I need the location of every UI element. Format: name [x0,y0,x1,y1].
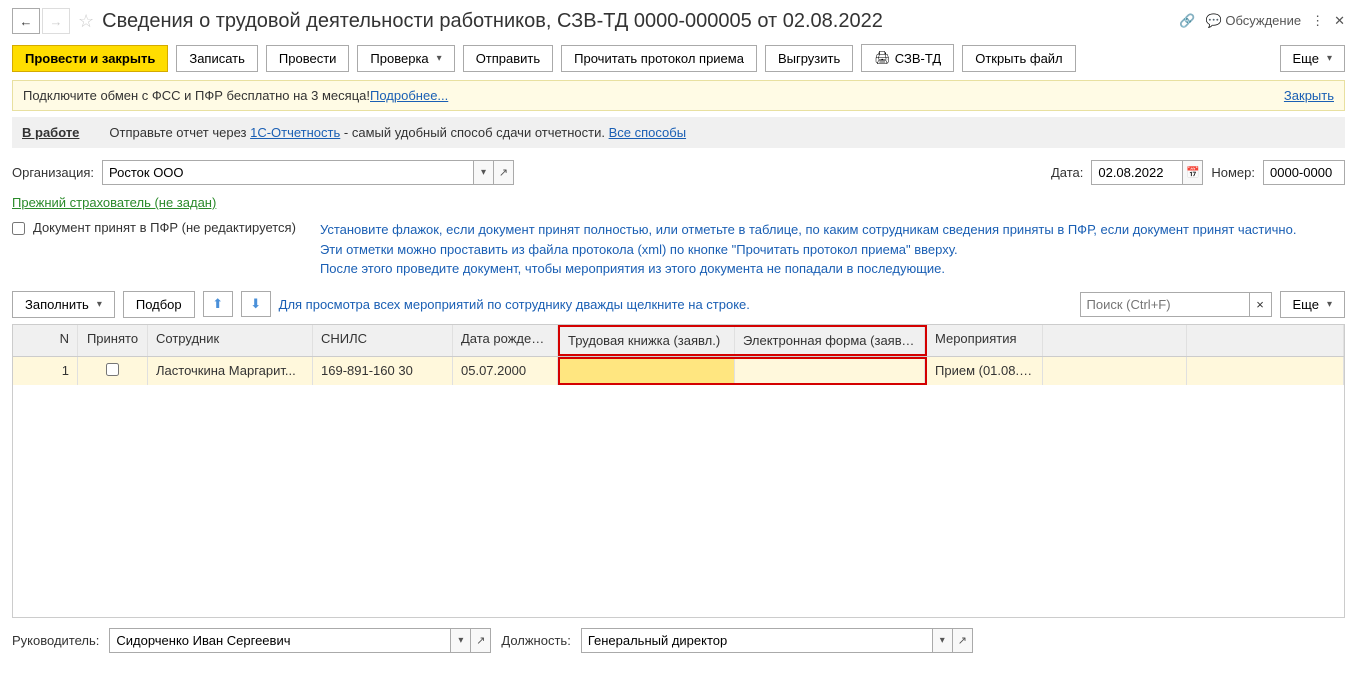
position-label: Должность: [501,633,570,648]
leader-label: Руководитель: [12,633,99,648]
cell-workbook[interactable] [560,359,735,383]
org-open-button[interactable] [493,161,513,184]
cell-birthdate: 05.07.2000 [453,357,558,385]
status-label[interactable]: В работе [22,125,79,140]
col-events[interactable]: Мероприятия [927,325,1043,356]
org-label: Организация: [12,165,94,180]
1c-report-link[interactable]: 1С-Отчетность [250,125,340,140]
read-protocol-button[interactable]: Прочитать протокол приема [561,45,757,72]
move-up-button[interactable]: ⬆ [203,291,233,317]
accepted-hint: Установите флажок, если документ принят … [320,220,1297,279]
accepted-checkbox[interactable] [12,222,25,235]
highlighted-columns: Трудовая книжка (заявл.) Электронная фор… [558,325,927,356]
date-input[interactable] [1092,161,1182,184]
table-row[interactable]: 1 Ласточкина Маргарит... 169-891-160 30 … [13,357,1344,385]
cell-eform[interactable] [735,359,925,383]
col-extra1[interactable] [1043,325,1187,356]
print-icon [874,50,891,66]
promo-link[interactable]: Подробнее... [370,88,448,103]
org-input[interactable] [103,161,473,184]
cell-extra2 [1187,357,1344,385]
search-clear-button[interactable]: × [1250,292,1272,317]
cell-snils: 169-891-160 30 [313,357,453,385]
upload-button[interactable]: Выгрузить [765,45,853,72]
status-text: Отправьте отчет через 1С-Отчетность - са… [109,125,686,140]
leader-open-button[interactable] [470,629,490,652]
cell-extra1 [1043,357,1187,385]
position-dropdown-button[interactable]: ▾ [932,629,952,652]
col-accepted[interactable]: Принято [78,325,148,356]
more-button[interactable]: Еще [1280,45,1345,72]
cell-employee: Ласточкина Маргарит... [148,357,313,385]
promo-text: Подключите обмен с ФСС и ПФР бесплатно н… [23,88,370,103]
employees-table: N Принято Сотрудник СНИЛС Дата рождения … [12,324,1345,618]
calendar-icon[interactable] [1182,161,1202,184]
leader-input[interactable] [110,629,450,652]
post-button[interactable]: Провести [266,45,350,72]
date-label: Дата: [1051,165,1083,180]
page-title: Сведения о трудовой деятельности работни… [102,10,1171,33]
row-accepted-checkbox[interactable] [106,363,119,376]
leader-dropdown-button[interactable]: ▾ [450,629,470,652]
post-and-close-button[interactable]: Провести и закрыть [12,45,168,72]
position-input[interactable] [582,629,932,652]
prev-insurer-link[interactable]: Прежний страхователь (не задан) [12,195,216,210]
move-down-button[interactable]: ⬇ [241,291,271,317]
favorite-icon[interactable]: ☆ [78,11,94,32]
col-workbook[interactable]: Трудовая книжка (заявл.) [560,327,735,354]
col-snils[interactable]: СНИЛС [313,325,453,356]
cell-accepted [78,357,148,385]
table-header: N Принято Сотрудник СНИЛС Дата рождения … [13,325,1344,357]
forward-button[interactable]: → [42,8,70,34]
all-methods-link[interactable]: Все способы [609,125,686,140]
highlighted-cells [558,357,927,385]
col-employee[interactable]: Сотрудник [148,325,313,356]
kebab-menu-icon[interactable] [1311,13,1324,29]
col-birthdate[interactable]: Дата рождения [453,325,558,356]
cell-events: Прием (01.08.20... [927,357,1043,385]
table-hint: Для просмотра всех мероприятий по сотруд… [279,297,750,312]
status-bar: В работе Отправьте отчет через 1С-Отчетн… [12,117,1345,148]
szv-td-button[interactable]: СЗВ-ТД [861,44,954,72]
check-button[interactable]: Проверка [357,45,454,72]
table-more-button[interactable]: Еще [1280,291,1345,318]
col-extra2[interactable] [1187,325,1344,356]
cell-n: 1 [13,357,78,385]
search-input[interactable] [1080,292,1250,317]
position-open-button[interactable] [952,629,972,652]
discuss-button[interactable]: Обсуждение [1206,13,1302,29]
close-icon[interactable] [1334,13,1345,29]
save-button[interactable]: Записать [176,45,258,72]
org-dropdown-button[interactable]: ▾ [473,161,493,184]
send-button[interactable]: Отправить [463,45,553,72]
col-n[interactable]: N [13,325,78,356]
promo-close-link[interactable]: Закрыть [1284,88,1334,103]
select-button[interactable]: Подбор [123,291,195,318]
number-input[interactable] [1264,161,1344,184]
col-eform[interactable]: Электронная форма (заявл.) [735,327,925,354]
fill-button[interactable]: Заполнить [12,291,115,318]
promo-banner: Подключите обмен с ФСС и ПФР бесплатно н… [12,80,1345,111]
link-icon[interactable] [1179,13,1195,29]
accepted-label: Документ принят в ПФР (не редактируется) [33,220,296,235]
back-button[interactable]: ← [12,8,40,34]
number-label: Номер: [1211,165,1255,180]
chat-icon [1206,13,1222,28]
open-file-button[interactable]: Открыть файл [962,45,1075,72]
